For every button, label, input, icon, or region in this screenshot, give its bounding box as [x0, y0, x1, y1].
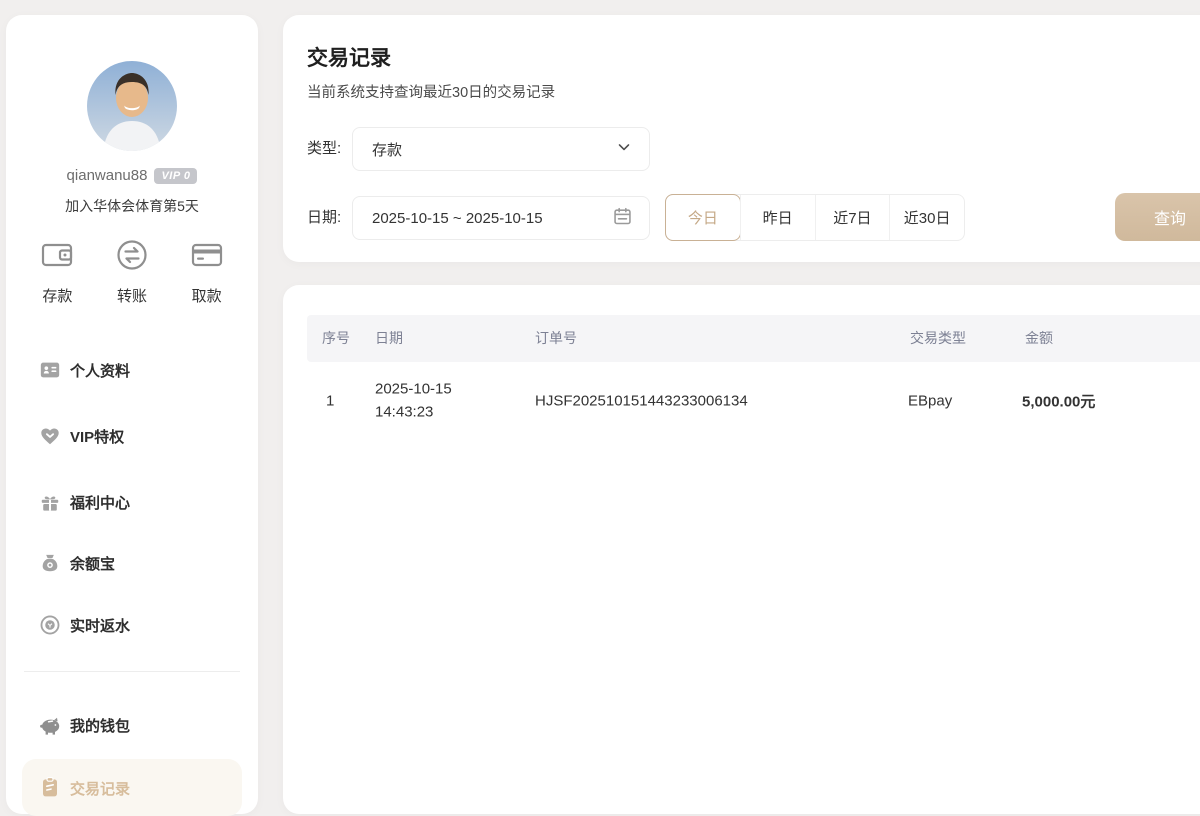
vip-heart-icon: [38, 424, 62, 448]
sidebar-item-profile[interactable]: 个人资料: [6, 355, 258, 385]
sidebar-item-vip[interactable]: VIP特权: [6, 421, 258, 451]
table-header-amount: 金额: [1025, 315, 1053, 362]
range-yesterday-button[interactable]: 昨日: [740, 195, 815, 240]
row-datetime: 2025-10-15 14:43:23: [375, 379, 452, 424]
table-header-date: 日期: [375, 315, 403, 362]
query-button[interactable]: 查询: [1115, 193, 1200, 241]
row-time: 14:43:23: [375, 401, 452, 424]
date-range-value: 2025-10-15 ~ 2025-10-15: [372, 210, 612, 227]
sidebar-item-label: 实时返水: [70, 615, 130, 636]
transactions-filter-panel: 交易记录 当前系统支持查询最近30日的交易记录 类型: 存款 日期: 2025-…: [283, 15, 1200, 262]
page-title: 交易记录: [307, 42, 391, 72]
sidebar-item-label: 个人资料: [70, 360, 130, 381]
transactions-table-panel: 序号 日期 订单号 交易类型 金额 1 2025-10-15 14:43:23 …: [283, 285, 1200, 814]
date-range-input[interactable]: 2025-10-15 ~ 2025-10-15: [352, 196, 650, 240]
range-7days-button[interactable]: 近7日: [815, 195, 890, 240]
row-index: 1: [326, 393, 334, 410]
row-order-no: HJSF202510151443233006134: [535, 393, 748, 410]
sidebar-item-label: 交易记录: [70, 778, 130, 799]
table-header-index: 序号: [322, 315, 350, 362]
receipt-icon: [38, 775, 62, 799]
avatar-photo: [87, 61, 177, 151]
sidebar-item-label: 福利中心: [70, 492, 130, 513]
row-type: EBpay: [908, 393, 952, 410]
chevron-down-icon: [615, 138, 633, 160]
table-header-type: 交易类型: [910, 315, 966, 362]
type-select[interactable]: 存款: [352, 127, 650, 171]
table-header-order: 订单号: [535, 315, 577, 362]
id-card-icon: [38, 358, 62, 382]
range-30days-button[interactable]: 近30日: [889, 195, 964, 240]
page-subtitle: 当前系统支持查询最近30日的交易记录: [307, 81, 555, 102]
avatar: [87, 61, 177, 151]
money-bag-icon: [38, 551, 62, 575]
quick-action-label: 转账: [117, 285, 147, 306]
deposit-quick-action[interactable]: 存款: [25, 237, 89, 306]
range-today-button[interactable]: 今日: [666, 195, 740, 240]
sidebar-item-label: 我的钱包: [70, 715, 130, 736]
piggy-bank-icon: [38, 713, 62, 737]
bank-card-icon: [189, 237, 225, 278]
account-sidebar: qianwanu88 VIP 0 加入华体会体育第5天 存款: [6, 15, 258, 814]
calendar-icon: [612, 206, 633, 231]
date-filter-label: 日期:: [307, 196, 341, 240]
quick-action-label: 存款: [42, 285, 72, 306]
withdraw-quick-action[interactable]: 取款: [175, 237, 239, 306]
quick-actions: 存款 转账 取款: [20, 237, 244, 306]
row-amount: 5,000.00元: [1022, 391, 1095, 412]
row-date: 2025-10-15: [375, 379, 452, 402]
sidebar-item-rebate[interactable]: 实时返水: [6, 610, 258, 640]
table-header-row: 序号 日期 订单号 交易类型 金额: [307, 315, 1200, 362]
sidebar-item-label: VIP特权: [70, 426, 124, 447]
wallet-icon: [39, 237, 75, 278]
vip-badge: VIP 0: [154, 168, 197, 184]
gift-icon: [38, 490, 62, 514]
type-select-value: 存款: [372, 139, 615, 160]
table-row: 1 2025-10-15 14:43:23 HJSF20251015144323…: [307, 362, 1200, 440]
sidebar-item-transactions[interactable]: 交易记录: [22, 759, 242, 816]
sidebar-item-welfare[interactable]: 福利中心: [6, 487, 258, 517]
sidebar-divider: [24, 671, 240, 672]
type-filter-label: 类型:: [307, 127, 341, 171]
rebate-coin-icon: [38, 613, 62, 637]
transfer-quick-action[interactable]: 转账: [100, 237, 164, 306]
sidebar-item-label: 余额宝: [70, 553, 115, 574]
username: qianwanu88: [67, 167, 148, 184]
join-days-text: 加入华体会体育第5天: [6, 196, 258, 216]
date-range-presets: 今日 昨日 近7日 近30日: [665, 194, 965, 241]
sidebar-item-yuebao[interactable]: 余额宝: [6, 548, 258, 578]
transfer-icon: [114, 237, 150, 278]
quick-action-label: 取款: [192, 285, 222, 306]
sidebar-item-wallet[interactable]: 我的钱包: [6, 710, 258, 740]
